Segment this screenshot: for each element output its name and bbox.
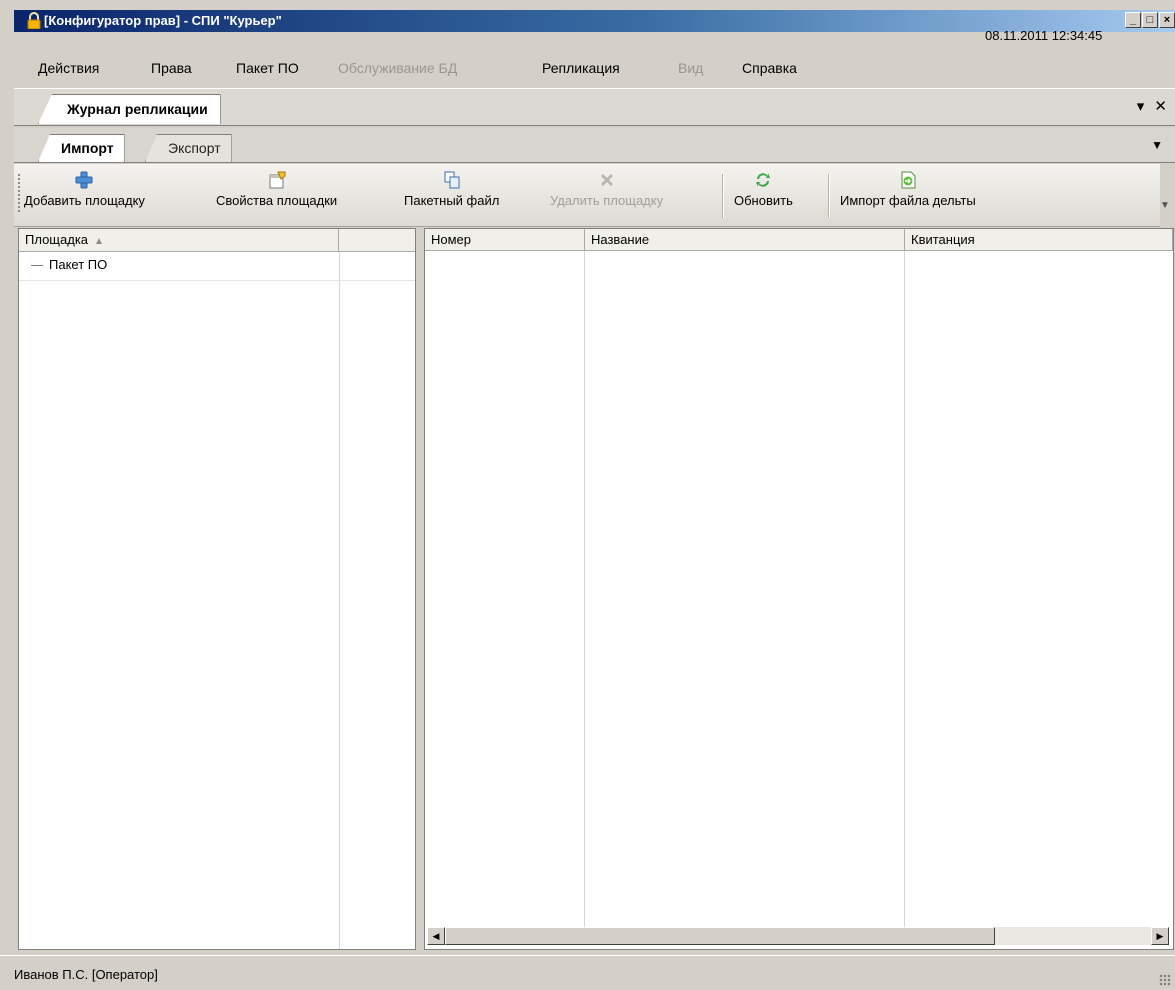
maximize-button[interactable]: □: [1142, 12, 1158, 28]
tab-import[interactable]: Импорт: [38, 134, 125, 162]
lock-icon: [27, 12, 41, 29]
chevron-down-icon[interactable]: ▼: [1151, 138, 1163, 152]
resize-grip-icon[interactable]: [1159, 974, 1171, 986]
refresh-icon: [756, 173, 771, 187]
menu-rights[interactable]: Права: [151, 60, 192, 76]
scroll-thumb[interactable]: [445, 927, 995, 945]
sort-ascending-icon: ▲: [94, 236, 104, 247]
site-properties-button[interactable]: Свойства площадки: [216, 170, 337, 208]
document-tab-strip: Журнал репликации ▾ ✕: [14, 88, 1175, 126]
toolbar-separator: [828, 174, 830, 218]
menu-view[interactable]: Вид: [678, 60, 703, 76]
toolbar-grip[interactable]: [18, 174, 20, 214]
delete-site-button[interactable]: Удалить площадку: [550, 170, 663, 208]
import-file-icon: [901, 171, 916, 189]
add-site-button[interactable]: Добавить площадку: [24, 170, 145, 208]
menu-actions[interactable]: Действия: [38, 60, 99, 76]
close-button[interactable]: ×: [1159, 12, 1175, 28]
sites-grid: Площадка ▲ Пакет ПО: [18, 228, 416, 950]
toolbar-overflow-icon[interactable]: ▼: [1160, 200, 1170, 211]
receipts-grid: Номер Название Квитанция ◀ ▶: [424, 228, 1174, 950]
refresh-label: Обновить: [734, 193, 793, 208]
minimize-button[interactable]: _: [1125, 12, 1141, 28]
current-user: Иванов П.С. [Оператор]: [14, 967, 158, 982]
horizontal-scrollbar[interactable]: ◀ ▶: [427, 927, 1169, 945]
batch-file-button[interactable]: Пакетный файл: [404, 170, 499, 208]
menu-help[interactable]: Справка: [742, 60, 797, 76]
batch-file-icon: [444, 171, 460, 189]
properties-icon: [269, 171, 286, 189]
menu-bar: Действия Права Пакет ПО Обслуживание БД …: [14, 52, 1175, 82]
tree-line: [31, 265, 43, 266]
tab-export[interactable]: Экспорт: [145, 134, 232, 162]
refresh-button[interactable]: Обновить: [734, 170, 793, 208]
scroll-left-icon[interactable]: ◀: [427, 927, 445, 945]
tree-item-software-package[interactable]: Пакет ПО: [19, 252, 415, 281]
scroll-right-icon[interactable]: ▶: [1151, 927, 1169, 945]
menu-db-maintenance[interactable]: Обслуживание БД: [338, 60, 457, 76]
column-header-name[interactable]: Название: [585, 229, 905, 251]
tab-replication-log[interactable]: Журнал репликации: [38, 94, 221, 124]
window-title: [Конфигуратор прав] - СПИ "Курьер": [44, 13, 282, 28]
toolbar: Добавить площадку Свойства площадки Паке…: [14, 164, 1160, 227]
close-tab-icon[interactable]: ✕: [1154, 98, 1167, 115]
sites-grid-header: Площадка ▲: [19, 229, 415, 252]
tab-dropdown-icon[interactable]: ▾: [1137, 98, 1145, 115]
toolbar-separator: [722, 174, 724, 218]
add-site-label: Добавить площадку: [24, 193, 145, 208]
batch-file-label: Пакетный файл: [404, 193, 500, 208]
status-bar: Иванов П.С. [Оператор]: [0, 955, 1175, 990]
delete-site-label: Удалить площадку: [550, 193, 664, 208]
column-header-site[interactable]: Площадка ▲: [19, 229, 339, 251]
menu-software-package[interactable]: Пакет ПО: [236, 60, 299, 76]
site-properties-label: Свойства площадки: [216, 193, 338, 208]
import-delta-label: Импорт файла дельты: [840, 193, 976, 208]
delete-icon: [600, 173, 613, 187]
import-delta-button[interactable]: Импорт файла дельты: [840, 170, 976, 208]
sub-tab-strip: Экспорт Импорт ▼: [14, 128, 1175, 163]
column-header-receipt[interactable]: Квитанция: [905, 229, 1173, 251]
column-header-number[interactable]: Номер: [425, 229, 585, 251]
menu-replication[interactable]: Репликация: [542, 60, 620, 76]
datetime-display: 08.11.2011 12:34:45: [985, 28, 1103, 43]
plus-icon: [75, 171, 93, 189]
